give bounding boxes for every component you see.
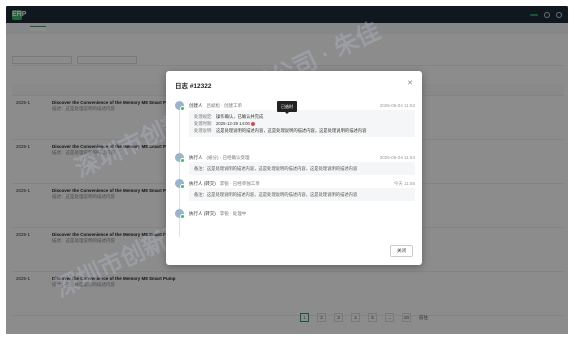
entry-actor: (被分) · 已经确认受理 [206, 154, 250, 160]
avatar [175, 179, 185, 189]
log-entry: 执行人 (被分) · 已经确认受理 2025-05-04 11:53 备注：这是… [175, 153, 415, 179]
close-button[interactable]: 关闭 [390, 245, 413, 257]
detail-value: 2025-12-29 14:00 [216, 121, 250, 126]
entry-note: 备注：这是处理说明的描述内容，这是处理说明的描述内容，这是处理说明的描述内容 [189, 188, 415, 201]
detail-label: 处理时限: [194, 121, 213, 126]
entry-role: 执行人 [189, 154, 203, 160]
log-timeline: 创建人 吕斌松 · 创建工单 2025-05-04 11:53 已逾时 处理规定… [175, 101, 415, 237]
detail-value: 这是处理说明的描述内容，这是处理说明的描述内容。这是处理说明的描述内容 [216, 128, 367, 133]
detail-value: 操作确认，已确认并完成 [216, 114, 264, 119]
detail-label: 处理规定: [194, 114, 213, 119]
avatar [175, 153, 185, 163]
entry-role: 执行人 (转交) [189, 180, 216, 186]
entry-role: 创建人 [189, 102, 203, 108]
overdue-dot-icon[interactable] [250, 121, 255, 126]
entry-detail-box: 已逾时 处理规定: 操作确认，已确认并完成 处理时限: 2025-12-29 14:… [189, 101, 415, 137]
log-entry: 执行人 (转交) 李锐 · 处理中 [175, 209, 415, 223]
entry-time: 2025-05-04 11:53 [379, 103, 415, 108]
modal-title: 日志 #12322 [175, 83, 212, 90]
avatar [175, 101, 185, 111]
entry-actor: 吕斌松 · 创建工单 [206, 102, 243, 108]
entry-actor: 李锐 · 处理中 [219, 210, 247, 216]
log-modal: 日志 #12322 ✕ 创建人 吕斌松 · 创建工单 2025-05-04 11… [166, 71, 422, 265]
overdue-tooltip: 已逾时 [277, 101, 297, 114]
entry-role: 执行人 (转交) [189, 210, 216, 216]
avatar [175, 209, 185, 219]
detail-label: 处理说明: [194, 128, 213, 133]
entry-time: 今天 11:55 [393, 180, 415, 186]
entry-actor: 李锐 · 已经单独工单 [219, 180, 260, 186]
log-entry: 创建人 吕斌松 · 创建工单 2025-05-04 11:53 已逾时 处理规定… [175, 101, 415, 153]
close-icon[interactable]: ✕ [407, 79, 413, 87]
log-entry: 执行人 (转交) 李锐 · 已经单独工单 今天 11:55 备注：这是处理说明的… [175, 179, 415, 209]
entry-note: 备注：这是处理说明的描述内容，这是处理说明的描述内容，这是处理说明的描述内容 [189, 162, 415, 175]
entry-time: 2025-05-04 11:53 [379, 155, 415, 160]
